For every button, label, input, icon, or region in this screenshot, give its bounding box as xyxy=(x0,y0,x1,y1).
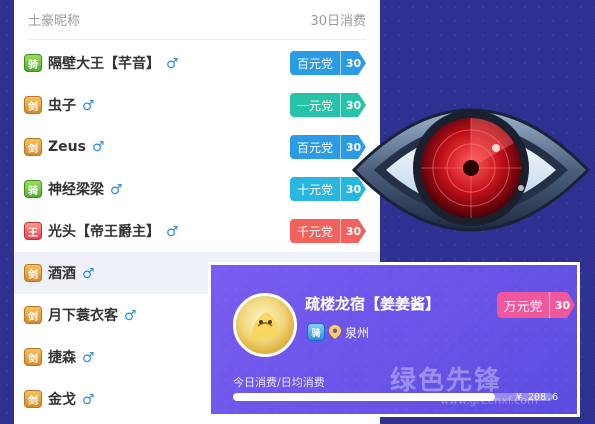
table-row[interactable]: 骑隔壁大王【芊音】 ♂ 百元党 30 xyxy=(14,42,380,84)
user-name-text: 月下蓑衣客 xyxy=(48,308,118,324)
user-name-text: 神经梁梁 xyxy=(48,182,104,198)
watermark-logo: 绿色先锋 xyxy=(390,366,503,396)
rank-badge-icon: 骑 xyxy=(24,54,42,72)
user-name-text: Zeus xyxy=(48,139,86,155)
user-name-text: 虫子 xyxy=(48,98,76,114)
user-name-text: 捷森 xyxy=(48,350,76,366)
user-name[interactable]: 金戈 ♂ xyxy=(48,389,95,409)
rank-badge-icon: 剑 xyxy=(24,96,42,114)
rank-badge-icon: 剑 xyxy=(24,306,42,324)
panel-header: 土豪昵称 30日消费 xyxy=(28,0,366,40)
user-name[interactable]: 虫子 ♂ xyxy=(48,95,95,115)
user-name[interactable]: 神经梁梁 ♂ xyxy=(48,179,123,199)
rank-badge-icon: 剑 xyxy=(24,390,42,408)
spend-tier-level: 30 xyxy=(549,292,575,318)
male-icon: ♂ xyxy=(82,98,95,114)
user-name[interactable]: 隔壁大王【芊音】 ♂ xyxy=(48,53,179,73)
spend-tier-label: 千元党 xyxy=(290,219,340,243)
user-name[interactable]: 捷森 ♂ xyxy=(48,347,95,367)
spend-tier-label: 百元党 xyxy=(290,51,340,75)
user-name[interactable]: Zeus ♂ xyxy=(48,139,105,155)
spend-tier-label: 万元党 xyxy=(497,292,549,318)
table-row[interactable]: 剑虫子 ♂ 一元党 30 xyxy=(14,84,380,126)
rank-badge-icon: 骑 xyxy=(307,323,325,341)
location-pin-icon xyxy=(329,325,341,339)
user-name[interactable]: 月下蓑衣客 ♂ xyxy=(48,305,137,325)
spend-tier-label: 一元党 xyxy=(290,93,340,117)
rank-badge-icon: 剑 xyxy=(24,264,42,282)
male-icon: ♂ xyxy=(82,266,95,282)
avatar[interactable] xyxy=(233,293,297,357)
watermark-url: www.greenxf.com xyxy=(440,394,538,407)
spend-tier-label: 十元党 xyxy=(290,177,340,201)
user-name[interactable]: 光头【帝王爵主】 ♂ xyxy=(48,221,179,241)
avatar-image xyxy=(250,312,280,340)
rank-badge-icon: 王 xyxy=(24,222,42,240)
male-icon: ♂ xyxy=(124,308,137,324)
user-name-text: 金戈 xyxy=(48,392,76,408)
user-name: 疏楼龙宿【姜姜酱】 xyxy=(305,295,441,313)
male-icon: ♂ xyxy=(91,139,105,155)
male-icon: ♂ xyxy=(166,56,179,72)
male-icon: ♂ xyxy=(166,224,179,240)
nickname-column-header: 土豪昵称 xyxy=(28,14,81,29)
male-icon: ♂ xyxy=(82,350,95,366)
eye-icon xyxy=(351,108,591,232)
user-name-text: 光头【帝王爵主】 xyxy=(48,224,160,240)
spend-tier-tag: 万元党 30 xyxy=(497,291,575,319)
rank-badge-icon: 剑 xyxy=(24,348,42,366)
table-row[interactable]: 骑神经梁梁 ♂ 十元党 30 xyxy=(14,168,380,210)
spend-column-header: 30日消费 xyxy=(310,14,366,29)
rank-badge-icon: 骑 xyxy=(24,180,42,198)
radar-eye-illustration xyxy=(346,70,595,270)
table-row[interactable]: 王光头【帝王爵主】 ♂ 千元党 30 xyxy=(14,210,380,252)
spend-tier-label: 百元党 xyxy=(290,135,340,159)
male-icon: ♂ xyxy=(82,392,95,408)
user-name-text: 酒酒 xyxy=(48,266,76,282)
table-row[interactable]: 剑 Zeus ♂ 百元党 30 xyxy=(14,126,380,168)
male-icon: ♂ xyxy=(110,182,123,198)
user-city: 泉州 xyxy=(345,326,370,340)
user-name[interactable]: 酒酒 ♂ xyxy=(48,263,95,283)
user-name-text: 隔壁大王【芊音】 xyxy=(48,56,160,72)
rank-badge-icon: 剑 xyxy=(24,138,42,156)
spend-label: 今日消费/日均消费 xyxy=(233,376,325,389)
